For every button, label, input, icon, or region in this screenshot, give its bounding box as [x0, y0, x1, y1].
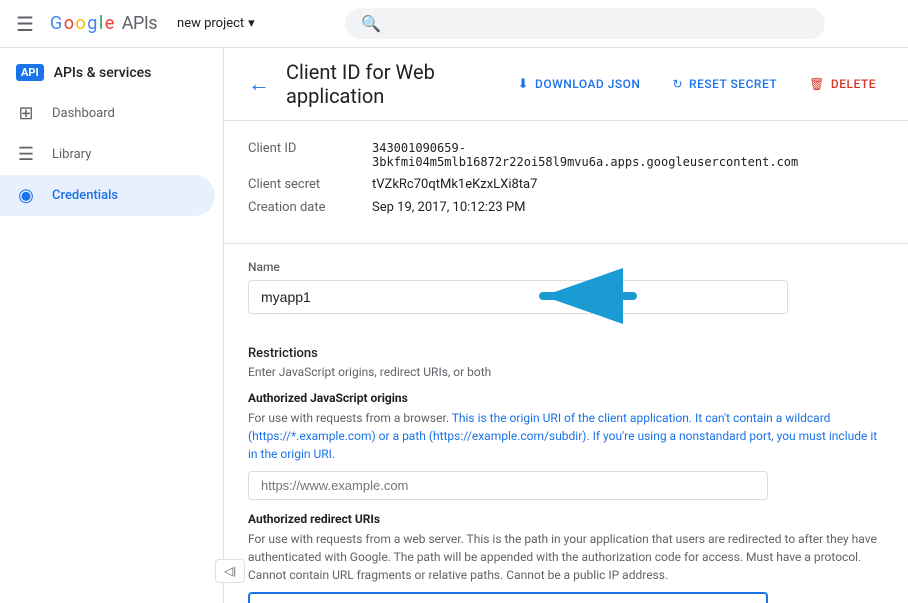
name-form-group: Name	[248, 260, 884, 314]
collapse-icon: ◁|	[224, 564, 236, 578]
creation-date-label: Creation date	[248, 200, 348, 215]
uri-list: https://app.picanimatetraffic.com/user/c…	[248, 592, 768, 603]
logo-l: l	[99, 13, 103, 34]
search-icon: 🔍	[361, 14, 381, 33]
delete-icon: 🗑	[809, 77, 825, 91]
search-box: 🔍	[345, 8, 825, 39]
restrictions-section: Restrictions Enter JavaScript origins, r…	[224, 346, 908, 603]
layout: API APIs & services ⊞ Dashboard ☰ Librar…	[0, 48, 908, 603]
reset-secret-button[interactable]: ↻ RESET SECRET	[664, 73, 785, 95]
creation-date-value: Sep 19, 2017, 10:12:23 PM	[372, 200, 525, 215]
logo-g: G	[50, 13, 62, 34]
info-row-client-secret: Client secret tVZkRc70qtMk1eKzxLXi8ta7	[248, 177, 884, 192]
sidebar-header-title: APIs & services	[54, 65, 152, 81]
form-section: Name	[224, 244, 908, 346]
uri-item-0: https://app.picanimatetraffic.com/user/c…	[250, 594, 766, 603]
reset-icon: ↻	[672, 77, 683, 91]
download-json-label: DOWNLOAD JSON	[535, 77, 640, 91]
logo-e: e	[105, 13, 114, 34]
download-json-button[interactable]: ⬇ DOWNLOAD JSON	[510, 73, 649, 96]
search-input[interactable]	[389, 16, 809, 32]
sidebar-item-library[interactable]: ☰ Library	[0, 134, 215, 175]
sidebar-label-library: Library	[52, 147, 91, 162]
reset-secret-label: RESET SECRET	[689, 77, 777, 91]
info-row-client-id: Client ID 343001090659-3bkfmi04m5mlb1687…	[248, 141, 884, 169]
restrictions-desc: Enter JavaScript origins, redirect URIs,…	[248, 365, 884, 379]
redirect-uris-desc: For use with requests from a web server.…	[248, 530, 884, 584]
library-icon: ☰	[16, 144, 36, 165]
project-selector[interactable]: new project ▾	[169, 12, 263, 35]
delete-button[interactable]: 🗑 DELETE	[801, 73, 884, 95]
info-row-creation-date: Creation date Sep 19, 2017, 10:12:23 PM	[248, 200, 884, 215]
client-secret-value: tVZkRc70qtMk1eKzxLXi8ta7	[372, 177, 537, 192]
main-content: ← Client ID for Web application ⬇ DOWNLO…	[224, 48, 908, 603]
arrow-annotation	[523, 266, 643, 326]
google-apis-logo: Google APIs	[50, 13, 157, 34]
back-button[interactable]: ←	[248, 71, 270, 97]
project-name: new project	[177, 16, 244, 31]
search-area: 🔍	[275, 8, 896, 39]
sidebar: API APIs & services ⊞ Dashboard ☰ Librar…	[0, 48, 224, 603]
sidebar-item-credentials[interactable]: ◉ Credentials	[0, 175, 215, 216]
logo-o2: o	[75, 13, 85, 34]
logo-o1: o	[64, 13, 74, 34]
name-input[interactable]	[248, 280, 788, 314]
js-origins-desc: For use with requests from a browser. Th…	[248, 409, 884, 463]
page-title: Client ID for Web application	[286, 60, 494, 108]
collapse-sidebar-button[interactable]: ◁|	[215, 559, 245, 583]
dashboard-icon: ⊞	[16, 103, 36, 124]
topbar: ☰ Google APIs new project ▾ 🔍	[0, 0, 908, 48]
menu-icon[interactable]: ☰	[12, 8, 38, 40]
client-secret-label: Client secret	[248, 177, 348, 192]
sidebar-header: API APIs & services	[0, 56, 223, 93]
credentials-icon: ◉	[16, 185, 36, 206]
restrictions-title: Restrictions	[248, 346, 884, 361]
header-actions: ⬇ DOWNLOAD JSON ↻ RESET SECRET 🗑 DELETE	[510, 73, 884, 96]
delete-label: DELETE	[831, 77, 876, 91]
api-badge: API	[16, 64, 44, 81]
js-origins-input[interactable]	[248, 471, 768, 500]
client-id-label: Client ID	[248, 141, 348, 156]
client-id-value: 343001090659-3bkfmi04m5mlb16872r22oi58l9…	[372, 141, 884, 169]
project-dropdown-icon: ▾	[248, 16, 255, 31]
js-origins-title: Authorized JavaScript origins	[248, 391, 884, 405]
sidebar-item-dashboard[interactable]: ⊞ Dashboard	[0, 93, 215, 134]
apis-text: APIs	[118, 13, 157, 34]
download-icon: ⬇	[518, 77, 529, 92]
logo-g2: g	[87, 13, 97, 34]
info-section: Client ID 343001090659-3bkfmi04m5mlb1687…	[224, 121, 908, 244]
sidebar-label-credentials: Credentials	[52, 188, 118, 203]
redirect-uris-title: Authorized redirect URIs	[248, 512, 884, 526]
page-header: ← Client ID for Web application ⬇ DOWNLO…	[224, 48, 908, 121]
sidebar-label-dashboard: Dashboard	[52, 106, 115, 121]
